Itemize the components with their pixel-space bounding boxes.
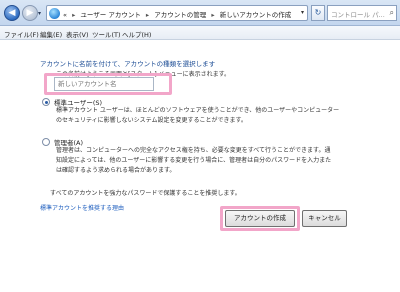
control-panel-icon <box>49 8 60 19</box>
forward-button[interactable]: ▶ <box>22 5 38 21</box>
search-placeholder: コントロール パ... <box>331 11 385 19</box>
password-note: すべてのアカウントを強力なパスワードで保護することを推奨します。 <box>50 190 241 197</box>
standard-user-desc-line: 標準アカウント ユーザーは、ほとんどのソフトウェアを使うことができ、他のユーザー… <box>56 107 340 114</box>
page-title: アカウントに名前を付けて、アカウントの種類を選択します <box>40 60 216 68</box>
breadcrumb-create-account[interactable]: 新しいアカウントの作成 <box>220 11 292 19</box>
menu-view[interactable]: 表示(V) <box>66 29 89 39</box>
menu-help[interactable]: ヘルプ(H) <box>122 29 151 39</box>
standard-user-description: 標準アカウント ユーザーは、ほとんどのソフトウェアを使うことができ、他のユーザー… <box>56 106 339 126</box>
main-content: アカウントに名前を付けて、アカウントの種類を選択します この名前はようこそ画面と… <box>0 41 400 292</box>
menu-bar: ファイル(F) 編集(E) 表示(V) ツール(T) ヘルプ(H) <box>0 26 400 40</box>
recent-pages-dropdown[interactable]: ▾ <box>38 10 41 17</box>
search-box[interactable]: コントロール パ... ⌕ <box>327 5 397 21</box>
breadcrumb-overflow[interactable]: « <box>63 11 67 19</box>
breadcrumb: « ▸ ユーザー アカウント ▸ アカウントの管理 ▸ 新しいアカウントの作成 <box>63 9 291 19</box>
chevron-down-icon[interactable]: ▾ <box>301 9 304 16</box>
refresh-icon: ↻ <box>314 8 322 17</box>
breadcrumb-separator-icon[interactable]: ▸ <box>211 11 214 19</box>
breadcrumb-separator-icon[interactable]: ▸ <box>146 11 149 19</box>
radio-administrator[interactable] <box>42 138 50 146</box>
standard-user-desc-line: のセキュリティに影響しないシステム設定を変更することができます。 <box>56 117 247 124</box>
radio-standard-user[interactable] <box>42 98 50 106</box>
menu-tools[interactable]: ツール(T) <box>92 29 121 39</box>
administrator-desc-line: は確認するよう求められる場合があります。 <box>56 167 176 174</box>
menu-file[interactable]: ファイル(F) <box>4 29 39 39</box>
cancel-button[interactable]: キャンセル <box>302 210 347 227</box>
address-bar[interactable]: « ▸ ユーザー アカウント ▸ アカウントの管理 ▸ 新しいアカウントの作成 … <box>46 5 308 21</box>
title-bar: ◀ ▶ ▾ « ▸ ユーザー アカウント ▸ アカウントの管理 ▸ 新しいアカウ… <box>0 0 400 26</box>
administrator-description: 管理者は、コンピューターへの完全なアクセス権を持ち、必要な変更をすべて行うことが… <box>56 146 331 176</box>
breadcrumb-manage-accounts[interactable]: アカウントの管理 <box>154 11 206 19</box>
menu-edit[interactable]: 編集(E) <box>40 29 62 39</box>
administrator-desc-line: 管理者は、コンピューターへの完全なアクセス権を持ち、必要な変更をすべて行うことが… <box>56 147 331 154</box>
create-account-button[interactable]: アカウントの作成 <box>225 210 295 227</box>
breadcrumb-separator-icon[interactable]: ▸ <box>72 11 75 19</box>
arrow-left-icon: ◀ <box>8 8 16 18</box>
administrator-desc-line: 知設定によっては、他のユーザーに影響する変更を行う場合に、管理者は自分のパスワー… <box>56 157 332 164</box>
search-icon[interactable]: ⌕ <box>390 8 394 18</box>
breadcrumb-user-accounts[interactable]: ユーザー アカウント <box>80 11 140 19</box>
account-name-input[interactable] <box>54 77 154 91</box>
back-button[interactable]: ◀ <box>4 5 20 21</box>
why-standard-account-link[interactable]: 標準アカウントを推奨する理由 <box>40 203 124 212</box>
arrow-right-icon: ▶ <box>26 8 34 18</box>
refresh-button[interactable]: ↻ <box>311 5 325 21</box>
